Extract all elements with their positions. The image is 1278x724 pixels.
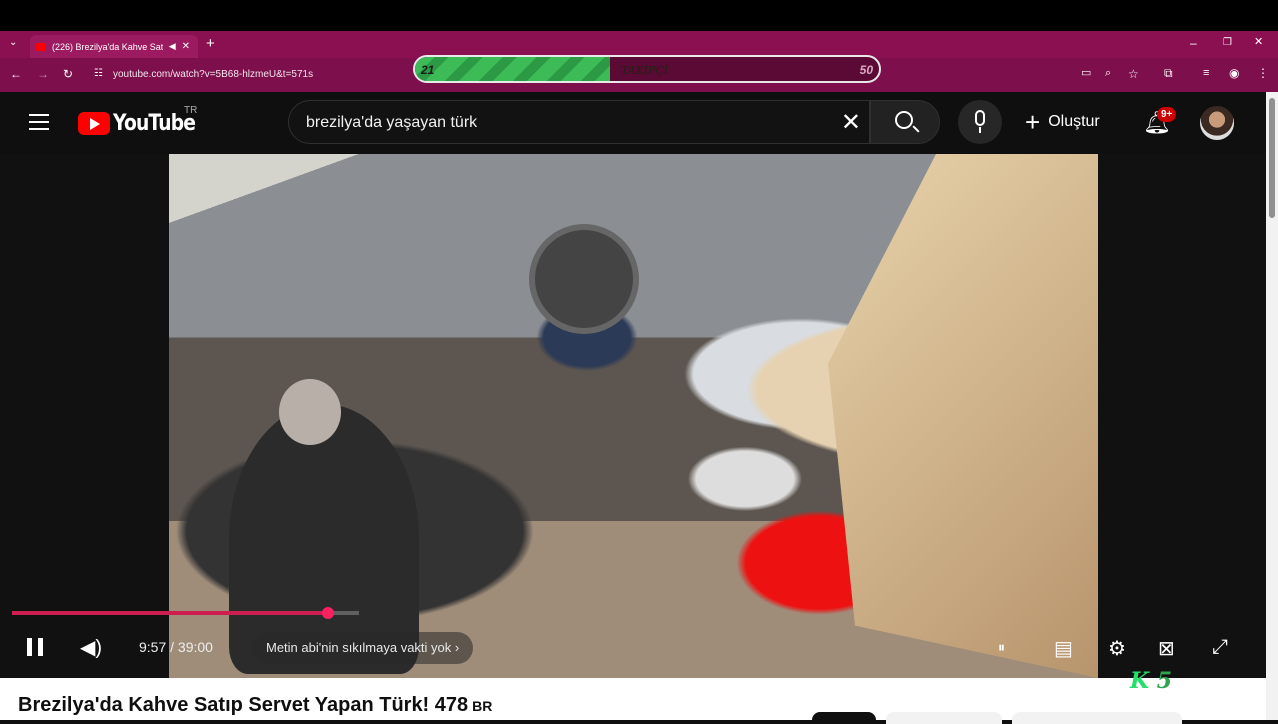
tab-title: (226) Brezilya'da Kahve Satıp: [52, 41, 163, 52]
new-tab-button[interactable]: +: [206, 36, 215, 51]
volume-icon[interactable]: ◀): [80, 635, 102, 660]
player-controls: ◀) 9:57 / 39:00 Metin abi'nin sıkılmaya …: [0, 628, 1266, 668]
progress-scrubber[interactable]: [322, 607, 334, 619]
voice-search-button[interactable]: [958, 100, 1002, 144]
create-label: Oluştur: [1048, 113, 1100, 130]
like-button[interactable]: [886, 712, 1002, 724]
minimize-icon[interactable]: –: [1190, 37, 1197, 49]
plus-icon: +: [1025, 107, 1041, 137]
forward-icon[interactable]: →: [37, 68, 49, 80]
video-player[interactable]: ◀) 9:57 / 39:00 Metin abi'nin sıkılmaya …: [0, 154, 1266, 678]
cast-icon[interactable]: ▭: [1081, 68, 1091, 79]
search-icon: [895, 111, 913, 129]
scrollbar-thumb[interactable]: [1269, 98, 1275, 218]
tab-search-icon[interactable]: ⌄: [9, 38, 17, 48]
bookmark-star-icon[interactable]: ☆: [1128, 68, 1139, 80]
logo-text: YouTube: [113, 111, 196, 136]
youtube-play-icon: [78, 112, 110, 135]
video-frame[interactable]: [169, 154, 1098, 678]
youtube-favicon-icon: [36, 42, 46, 51]
pause-icon[interactable]: [27, 638, 43, 656]
profile-icon[interactable]: ◉: [1229, 67, 1239, 79]
follower-current: 21: [421, 63, 435, 77]
follower-progress-fill: [415, 57, 610, 81]
chapter-title[interactable]: Metin abi'nin sıkılmaya vakti yok ›: [252, 632, 474, 664]
restore-icon[interactable]: ❐: [1223, 38, 1232, 48]
youtube-header: YouTube TR brezilya'da yaşayan türk ✕ + …: [0, 92, 1278, 154]
follower-goal: 50: [859, 63, 873, 77]
chapter-text: Metin abi'nin sıkılmaya vakti yok: [266, 640, 452, 655]
address-bar-url[interactable]: youtube.com/watch?v=5B68-hlzmeU&t=571s: [113, 69, 313, 80]
k5-letter: K: [1130, 668, 1150, 694]
clear-search-icon[interactable]: ✕: [841, 108, 861, 137]
youtube-logo[interactable]: YouTube TR: [78, 105, 210, 136]
site-info-icon[interactable]: ☷: [94, 69, 103, 79]
page-scrollbar[interactable]: [1266, 92, 1278, 720]
mic-stand: [979, 127, 981, 133]
fullscreen-icon[interactable]: ⤢: [1212, 636, 1228, 659]
k5-overlay-logo: K 5: [1130, 668, 1172, 694]
menu-dots-icon[interactable]: ⋮: [1257, 67, 1269, 79]
zoom-icon[interactable]: ⌕: [1105, 68, 1111, 79]
back-icon[interactable]: ←: [10, 68, 22, 80]
browser-tab-bar: ⌄ (226) Brezilya'da Kahve Satıp ◀ ✕ + – …: [0, 31, 1278, 58]
country-code: TR: [184, 105, 198, 116]
follower-label: TAKİPÇİ: [621, 64, 669, 77]
search-input[interactable]: brezilya'da yaşayan türk: [306, 114, 477, 132]
hamburger-menu-icon[interactable]: [29, 114, 49, 135]
close-window-icon[interactable]: ✕: [1254, 37, 1263, 48]
miniplayer-icon[interactable]: ⊠: [1158, 636, 1175, 661]
video-title-suffix: BR: [472, 698, 493, 714]
reading-list-icon[interactable]: ≡: [1203, 68, 1209, 79]
video-title: Brezilya'da Kahve Satıp Servet Yapan Tür…: [18, 694, 492, 717]
settings-gear-icon[interactable]: ⚙: [1108, 636, 1126, 661]
tab-close-icon[interactable]: ✕: [182, 41, 190, 52]
extensions-icon[interactable]: ⧉: [1164, 67, 1173, 79]
k5-number: 5: [1156, 668, 1173, 694]
video-scene-pan: [529, 224, 639, 334]
search-box[interactable]: brezilya'da yaşayan türk ✕: [288, 100, 870, 144]
video-title-text: Brezilya'da Kahve Satıp Servet Yapan Tür…: [18, 694, 469, 716]
share-button[interactable]: [1012, 712, 1182, 724]
audio-icon[interactable]: ◀: [169, 41, 176, 52]
video-scene-cardboard: [828, 154, 1098, 678]
video-scene-head: [279, 379, 341, 445]
video-info: Brezilya'da Kahve Satıp Servet Yapan Tür…: [0, 678, 1278, 724]
time-display: 9:57 / 39:00: [139, 639, 213, 655]
follower-goal-bar: 21 TAKİPÇİ 50: [413, 55, 881, 83]
create-button[interactable]: + Oluştur: [1025, 107, 1100, 137]
top-black-bar: [0, 0, 1278, 31]
search-button[interactable]: [870, 100, 940, 144]
progress-bar[interactable]: [12, 607, 359, 619]
subscribe-button[interactable]: [812, 712, 876, 724]
autoplay-toggle-icon[interactable]: ⏸: [998, 639, 1005, 656]
reload-icon[interactable]: ↻: [63, 68, 73, 80]
browser-tab[interactable]: (226) Brezilya'da Kahve Satıp ◀ ✕: [30, 35, 198, 58]
notification-badge: 9+: [1157, 107, 1177, 122]
avatar[interactable]: [1200, 106, 1234, 140]
progress-played: [12, 611, 332, 615]
subtitles-icon[interactable]: ▤: [1054, 636, 1073, 661]
mic-icon: [975, 110, 985, 126]
